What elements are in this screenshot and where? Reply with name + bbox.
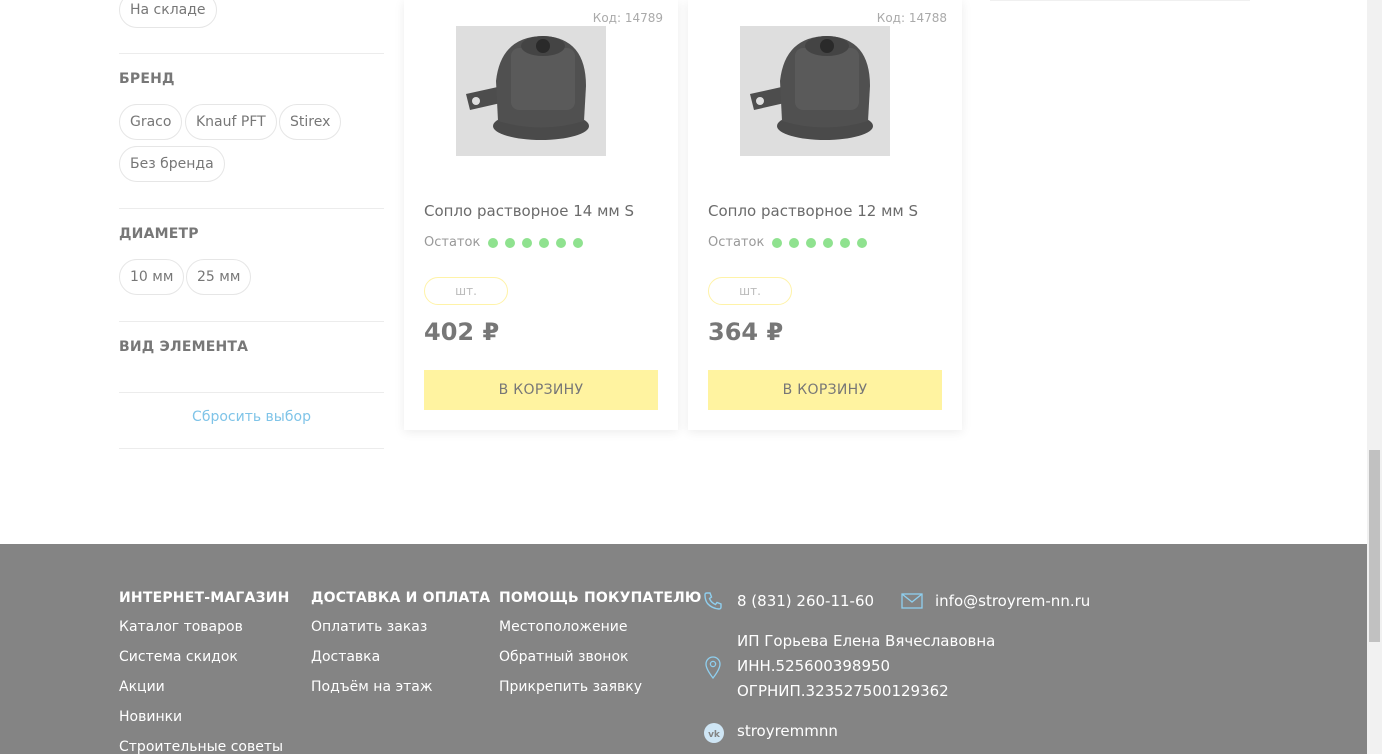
stock-dot	[539, 237, 550, 248]
footer-link[interactable]: Местоположение	[499, 619, 702, 649]
vk-link[interactable]: stroyremmnn	[737, 722, 838, 740]
product-code: Код: 14789	[592, 11, 663, 25]
divider	[119, 392, 384, 393]
filter-title-brand: БРЕНД	[119, 71, 175, 87]
stock-dot	[522, 237, 533, 248]
footer-column-shop: ИНТЕРНЕТ-МАГАЗИН Каталог товаров Система…	[119, 590, 290, 754]
stock-dot	[806, 237, 817, 248]
stock-dot	[772, 237, 783, 248]
filter-chip-brand[interactable]: Graco	[119, 104, 183, 140]
nozzle-image	[456, 26, 606, 156]
product-image[interactable]	[740, 26, 890, 156]
divider	[990, 0, 1250, 1]
filter-chip-diameter[interactable]: 25 мм	[186, 259, 252, 295]
stock-label: Остаток	[708, 235, 765, 250]
product-card[interactable]: Код: 14789 Сопло растворное 14 мм S Оста…	[404, 0, 678, 430]
stock-dot	[556, 237, 567, 248]
product-price: 402 ₽	[424, 318, 500, 346]
footer-link[interactable]: Подъём на этаж	[311, 679, 490, 709]
scrollbar-thumb[interactable]	[1369, 450, 1380, 642]
footer-column-title: ИНТЕРНЕТ-МАГАЗИН	[119, 590, 290, 606]
stock-dot	[857, 237, 868, 248]
nozzle-image	[740, 26, 890, 156]
filter-chip-in-stock[interactable]: На складе	[119, 0, 217, 28]
stock-label: Остаток	[424, 235, 481, 250]
add-to-cart-button[interactable]: В КОРЗИНУ	[708, 370, 942, 410]
footer-link[interactable]: Оплатить заказ	[311, 619, 490, 649]
reset-filters-link[interactable]: Сбросить выбор	[119, 409, 384, 425]
add-to-cart-button[interactable]: В КОРЗИНУ	[424, 370, 658, 410]
divider	[119, 53, 384, 54]
footer-column-delivery: ДОСТАВКА И ОПЛАТА Оплатить заказ Доставк…	[311, 590, 490, 709]
unit-selector[interactable]: шт.	[424, 277, 508, 305]
mail-icon	[901, 593, 923, 613]
site-footer: ИНТЕРНЕТ-МАГАЗИН Каталог товаров Система…	[0, 544, 1367, 754]
footer-link[interactable]: Каталог товаров	[119, 619, 290, 649]
phone-icon	[703, 591, 723, 615]
unit-selector[interactable]: шт.	[708, 277, 792, 305]
product-code: Код: 14788	[876, 11, 947, 25]
footer-column-help: ПОМОЩЬ ПОКУПАТЕЛЮ Местоположение Обратны…	[499, 590, 702, 709]
filter-chip-brand[interactable]: Knauf PFT	[185, 104, 277, 140]
stock-dots	[488, 237, 590, 248]
footer-email[interactable]: info@stroyrem-nn.ru	[935, 592, 1090, 610]
footer-column-title: ПОМОЩЬ ПОКУПАТЕЛЮ	[499, 590, 702, 606]
product-price: 364 ₽	[708, 318, 784, 346]
stock-dots	[772, 237, 874, 248]
company-name: ИП Горьева Елена Вячеславовна	[737, 632, 996, 650]
stock-dot	[789, 237, 800, 248]
footer-phone[interactable]: 8 (831) 260-11-60	[737, 592, 874, 610]
divider	[119, 321, 384, 322]
divider	[119, 448, 384, 449]
vk-icon[interactable]: vk	[703, 722, 725, 748]
location-pin-icon	[704, 655, 722, 683]
product-image[interactable]	[456, 26, 606, 156]
filter-chip-brand[interactable]: Stirex	[279, 104, 342, 140]
stock-indicator: Остаток	[424, 235, 590, 250]
page: На складе БРЕНД Graco Knauf PFT Stirex Б…	[0, 0, 1382, 754]
product-name[interactable]: Сопло растворное 12 мм S	[708, 202, 918, 220]
stock-dot	[573, 237, 584, 248]
filter-chip-brand[interactable]: Без бренда	[119, 146, 225, 182]
footer-link[interactable]: Система скидок	[119, 649, 290, 679]
filter-chip-diameter[interactable]: 10 мм	[119, 259, 185, 295]
divider	[119, 208, 384, 209]
footer-link[interactable]: Прикрепить заявку	[499, 679, 702, 709]
filter-title-element-type[interactable]: ВИД ЭЛЕМЕНТА	[119, 339, 248, 355]
footer-column-title: ДОСТАВКА И ОПЛАТА	[311, 590, 491, 606]
stock-indicator: Остаток	[708, 235, 874, 250]
filter-title-diameter: ДИАМЕТР	[119, 226, 199, 242]
stock-dot	[823, 237, 834, 248]
footer-link[interactable]: Акции	[119, 679, 290, 709]
stock-dot	[488, 237, 499, 248]
stock-dot	[840, 237, 851, 248]
product-card[interactable]: Код: 14788 Сопло растворное 12 мм S Оста…	[688, 0, 962, 430]
footer-link[interactable]: Доставка	[311, 649, 490, 679]
stock-dot	[505, 237, 516, 248]
company-inn: ИНН.525600398950	[737, 657, 891, 675]
svg-text:vk: vk	[708, 730, 721, 740]
company-ogrn: ОГРНИП.323527500129362	[737, 682, 949, 700]
footer-link[interactable]: Новинки	[119, 709, 290, 739]
footer-link[interactable]: Обратный звонок	[499, 649, 702, 679]
footer-link[interactable]: Строительные советы	[119, 739, 290, 754]
product-name[interactable]: Сопло растворное 14 мм S	[424, 202, 634, 220]
